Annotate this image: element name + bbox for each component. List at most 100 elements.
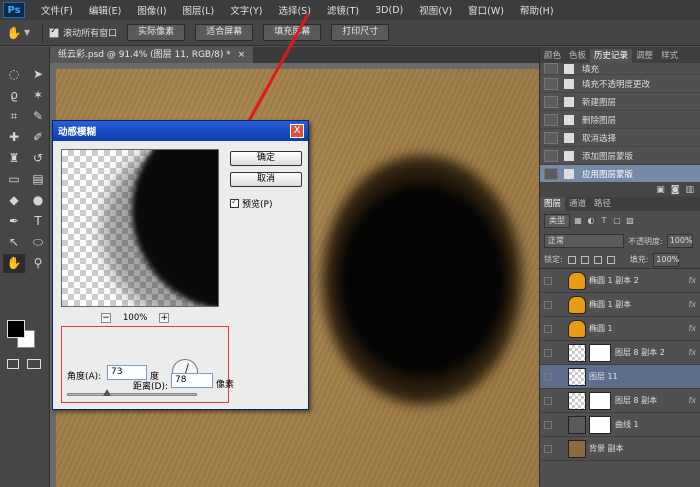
visibility-eye-icon[interactable] [544,372,552,381]
effects-icon[interactable]: fx [688,348,696,357]
menu-window[interactable]: 窗口(W) [460,3,512,17]
effects-icon[interactable]: fx [688,324,696,333]
layer-row[interactable]: 背景 副本 [540,437,700,461]
quick-mask-icon[interactable] [7,359,19,369]
layer-mask-thumbnail[interactable] [589,415,611,434]
tab-styles[interactable]: 样式 [657,49,682,63]
menu-image[interactable]: 图像(I) [129,3,174,17]
history-item[interactable]: 新建图层 [540,93,700,111]
eraser-tool-icon[interactable]: ▭ [3,170,25,189]
move-tool-icon[interactable]: ➤ [27,65,49,84]
tab-layers[interactable]: 图层 [540,197,566,211]
effects-icon[interactable]: fx [688,276,696,285]
magic-wand-icon[interactable]: ✶ [27,86,49,105]
marquee-tool-icon[interactable]: ◌ [3,65,25,84]
visibility-toggle[interactable] [544,324,552,333]
layer-row[interactable]: 椭圆 1 副本 2 fx [540,269,700,293]
tab-swatches[interactable]: 色板 [565,49,590,63]
new-document-icon[interactable]: ▣ [656,185,665,195]
tool-preset-arrow-icon[interactable]: ▼ [24,28,30,37]
menu-select[interactable]: 选择(S) [270,3,318,17]
lasso-tool-icon[interactable]: ϱ [3,86,25,105]
history-snapshot-checkbox[interactable] [544,63,558,74]
actual-pixels-button[interactable]: 实际像素 [127,24,186,41]
visibility-toggle[interactable] [544,300,552,309]
menu-type[interactable]: 文字(Y) [222,3,270,17]
menu-filter[interactable]: 滤镜(T) [319,3,367,17]
menu-edit[interactable]: 编辑(E) [81,3,129,17]
visibility-eye-icon[interactable] [544,420,552,429]
tab-paths[interactable]: 路径 [590,197,615,211]
lock-transparency-icon[interactable] [567,255,576,264]
visibility-toggle[interactable] [544,348,552,357]
crop-tool-icon[interactable]: ⌗ [3,107,25,126]
type-filter-icon[interactable]: T [599,216,609,226]
fill-input[interactable]: 100% [653,252,680,267]
history-brush-icon[interactable]: ↺ [27,149,49,168]
gradient-tool-icon[interactable]: ▤ [27,170,49,189]
lock-position-icon[interactable] [593,255,602,264]
tab-history[interactable]: 历史记录 [590,49,633,63]
layer-row[interactable]: 椭圆 1 副本 fx [540,293,700,317]
fit-screen-button[interactable]: 适合屏幕 [195,24,254,41]
pixel-filter-icon[interactable]: ▦ [573,216,583,226]
history-snapshot-checkbox[interactable] [544,167,558,180]
history-snapshot-checkbox[interactable] [544,131,558,144]
path-select-icon[interactable]: ↖ [3,233,25,252]
screen-mode-icon[interactable] [27,359,41,369]
layer-row[interactable]: 曲线 1 [540,413,700,437]
layer-mask-thumbnail[interactable] [589,391,611,410]
brush-tool-icon[interactable]: ✐ [27,128,49,147]
zoom-tool-icon[interactable]: ⚲ [27,254,49,273]
hand-tool-icon[interactable]: ✋ [3,254,25,273]
layer-filter-select[interactable]: 类型 [544,214,570,228]
history-item[interactable]: 填充不透明度更改 [540,75,700,93]
distance-input[interactable]: 78 [171,373,213,388]
close-icon[interactable]: X [290,124,304,138]
shape-filter-icon[interactable]: ▢ [612,216,622,226]
history-item[interactable]: 取消选择 [540,129,700,147]
menu-view[interactable]: 视图(V) [411,3,460,17]
history-snapshot-checkbox[interactable] [544,77,558,90]
pen-tool-icon[interactable]: ✒ [3,212,25,231]
foreground-color-swatch[interactable] [7,320,25,338]
lock-all-icon[interactable] [606,255,615,264]
angle-input[interactable]: 73 [107,365,147,380]
zoom-in-button[interactable]: + [159,313,170,323]
lock-pixels-icon[interactable] [580,255,589,264]
visibility-eye-icon[interactable] [544,444,552,453]
menu-file[interactable]: 文件(F) [33,3,81,17]
blur-tool-icon[interactable]: ◆ [3,191,25,210]
history-item[interactable]: 添加图层蒙版 [540,147,700,165]
hand-tool-icon[interactable]: ✋ [4,24,24,42]
clone-stamp-icon[interactable]: ♜ [3,149,25,168]
eyedropper-icon[interactable]: ✎ [27,107,49,126]
layer-row[interactable]: 图层 8 副本 2 fx [540,341,700,365]
layer-row-selected[interactable]: 图层 11 [540,365,700,389]
tab-color[interactable]: 颜色 [540,49,565,63]
cancel-button[interactable]: 取消 [230,172,302,187]
healing-brush-icon[interactable]: ✚ [3,128,25,147]
fill-screen-button[interactable]: 填充屏幕 [263,24,322,41]
effects-icon[interactable]: fx [688,396,696,405]
tab-adjustments[interactable]: 调整 [632,49,657,63]
effects-icon[interactable]: fx [688,300,696,309]
layer-mask-thumbnail[interactable] [589,343,611,362]
history-item[interactable]: 应用图层蒙版 [540,165,700,183]
history-snapshot-checkbox[interactable] [544,95,558,108]
dodge-tool-icon[interactable]: ● [27,191,49,210]
ellipse-tool-icon[interactable]: ⬭ [27,233,49,252]
trash-icon[interactable]: ▥ [685,185,694,195]
visibility-toggle[interactable] [544,396,552,405]
history-item[interactable]: 删除图层 [540,111,700,129]
adjustment-filter-icon[interactable]: ◐ [586,216,596,226]
menu-3d[interactable]: 3D(D) [367,5,411,16]
preview-toggle[interactable]: 预览(P) [230,197,272,210]
preview-checkbox[interactable] [230,197,239,208]
history-item[interactable]: 填充 [540,63,700,75]
zoom-out-button[interactable]: − [101,313,111,323]
scroll-all-windows-checkbox[interactable] [49,26,60,38]
document-close-icon[interactable]: × [238,50,246,60]
filter-preview[interactable] [61,149,219,307]
snapshot-icon[interactable]: ◙ [671,185,680,195]
